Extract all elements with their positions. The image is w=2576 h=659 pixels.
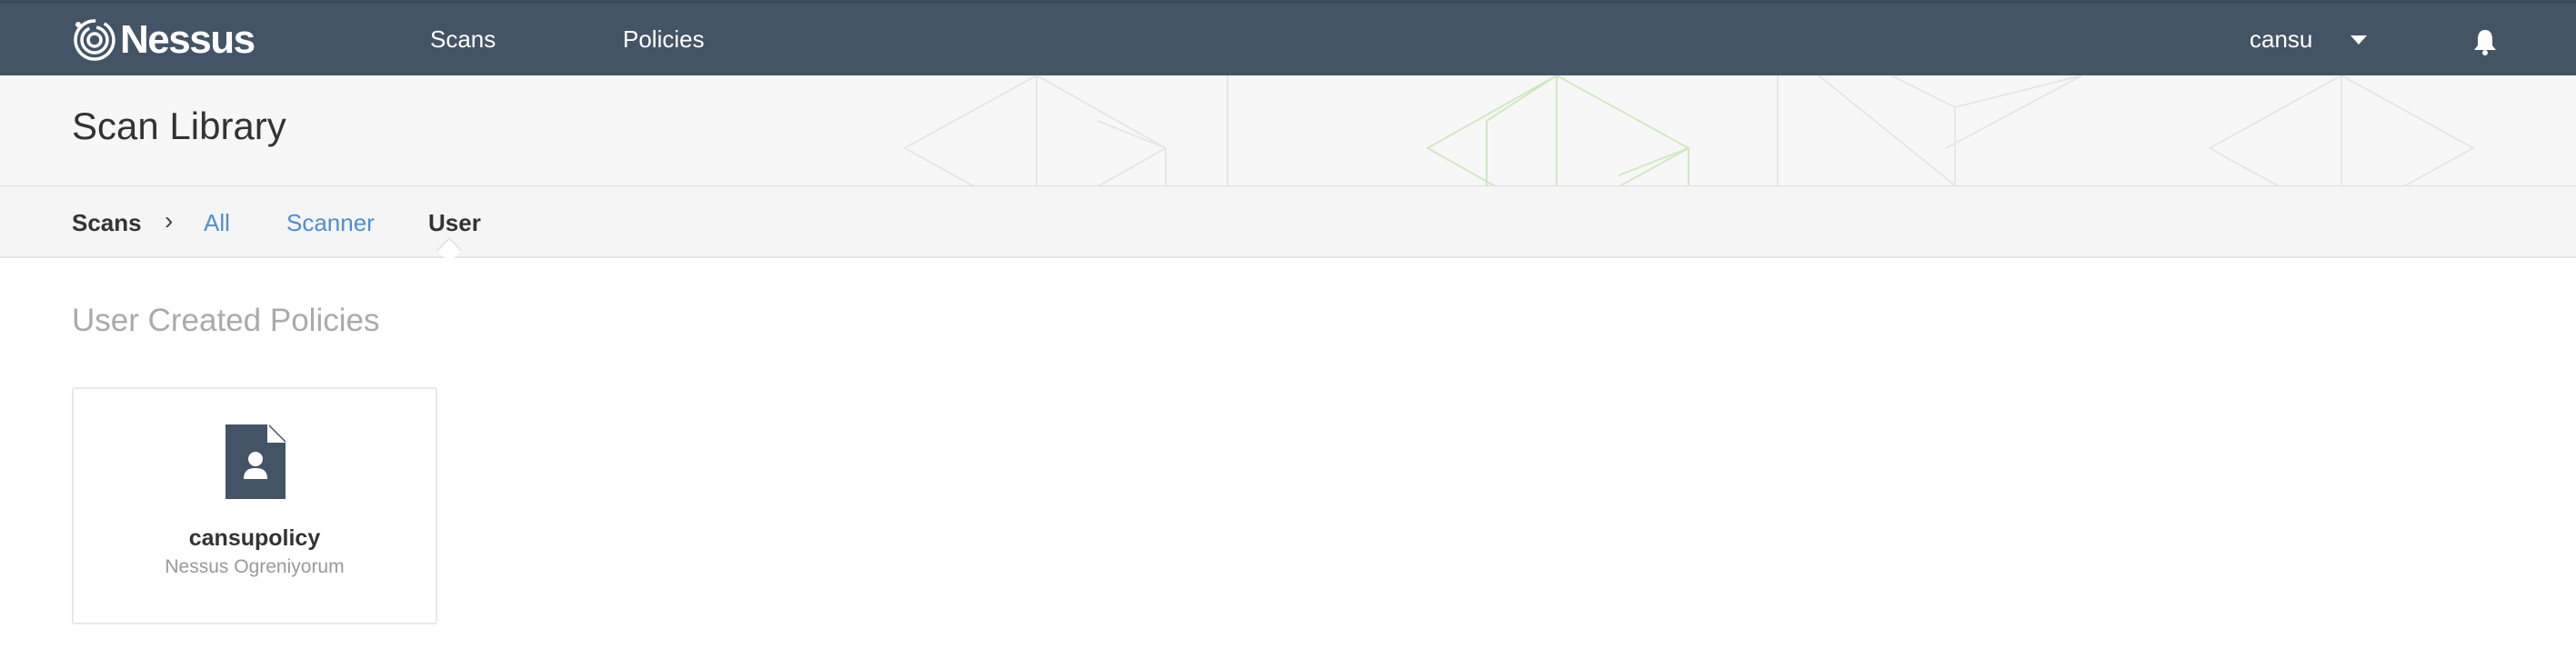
- bell-icon[interactable]: [2472, 28, 2498, 55]
- breadcrumb-user[interactable]: User: [428, 209, 481, 237]
- user-name: cansu: [2250, 25, 2313, 53]
- nav-policies[interactable]: Policies: [623, 25, 705, 54]
- nessus-logo-icon: [74, 19, 115, 61]
- policy-card[interactable]: cansupolicy Nessus Ogreniyorum: [72, 387, 437, 624]
- caret-down-icon: [2350, 35, 2368, 45]
- nav-scans[interactable]: Scans: [430, 25, 496, 54]
- nessus-logo[interactable]: Nessus: [71, 13, 256, 67]
- breadcrumb-scanner[interactable]: Scanner: [286, 209, 375, 237]
- logo-text: Nessus: [120, 17, 256, 62]
- user-menu[interactable]: cansu: [2250, 25, 2368, 54]
- section-title: User Created Policies: [72, 303, 380, 338]
- policy-name: cansupolicy: [188, 525, 321, 551]
- page-title: Scan Library: [72, 105, 286, 147]
- breadcrumb: Scans › All Scanner User: [0, 186, 2576, 258]
- policy-description: Nessus Ogreniyorum: [165, 556, 345, 577]
- chevron-right-icon: ›: [165, 206, 174, 235]
- page-header: Scan Library: [0, 75, 2576, 186]
- user-document-icon: [226, 424, 286, 499]
- top-navigation-bar: Nessus Scans Policies cansu: [0, 0, 2576, 75]
- header-background-pattern: [902, 75, 2476, 185]
- breadcrumb-all[interactable]: All: [204, 209, 230, 237]
- breadcrumb-root[interactable]: Scans: [72, 209, 142, 237]
